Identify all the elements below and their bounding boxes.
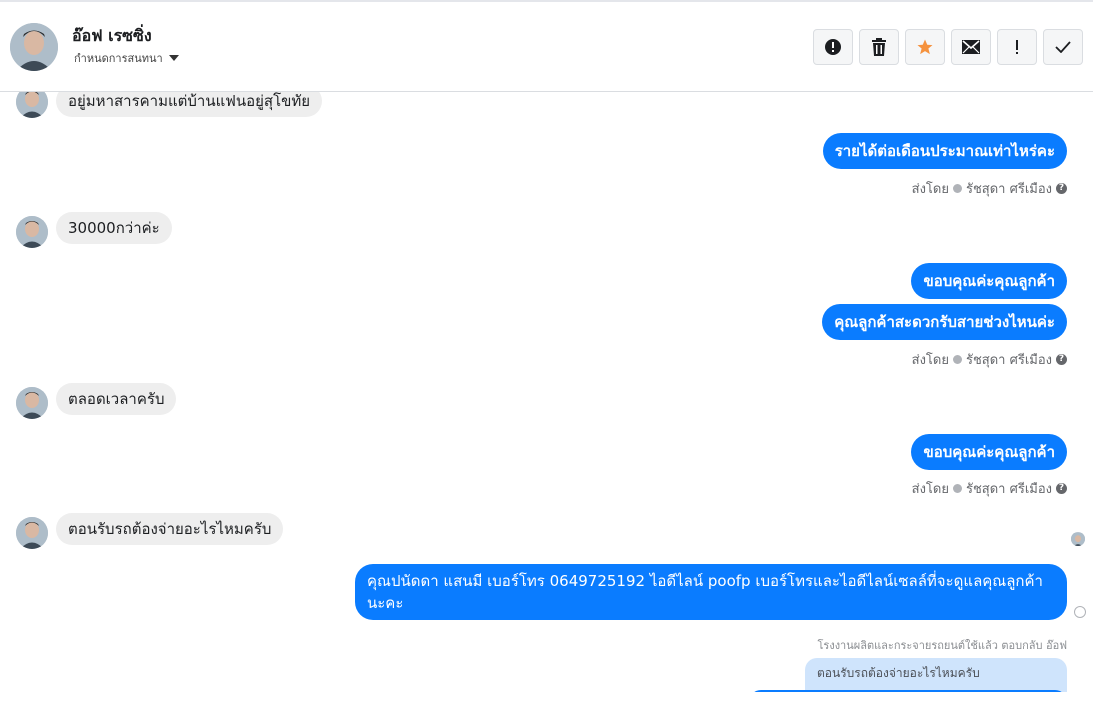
reply-note: โรงงานผลิตและกระจายรถยนต์ใช้แล้ว ตอบกลับ… bbox=[817, 639, 1068, 652]
sent-by-agent: รัชสุดา ศรีเมือง bbox=[965, 482, 1052, 497]
sender-avatar bbox=[16, 387, 48, 419]
help-icon[interactable]: ? bbox=[1056, 483, 1067, 494]
assign-label: กำหนดการสนทนา bbox=[74, 52, 163, 65]
person-photo-icon bbox=[16, 92, 48, 118]
sender-avatar bbox=[16, 517, 48, 549]
status-dot-icon bbox=[952, 184, 962, 193]
sent-by-agent: รัชสุดา ศรีเมือง bbox=[965, 182, 1052, 197]
incoming-message[interactable]: อยู่มหาสารคามแต่บ้านแฟนอยู่สุโขทัย bbox=[56, 92, 323, 117]
delete-button[interactable] bbox=[859, 29, 899, 65]
outgoing-message[interactable]: คุณลูกค้าสะดวกรับสายช่วงไหนค่ะ bbox=[822, 304, 1067, 340]
conversation-header: อ๊อฟ เรซซิ่ง กำหนดการสนทนา bbox=[0, 2, 1093, 92]
caret-down-icon bbox=[168, 55, 179, 61]
incoming-message[interactable]: ตลอดเวลาครับ bbox=[56, 383, 177, 415]
spam-button[interactable] bbox=[813, 29, 853, 65]
sent-by-label: ส่งโดย รัชสุดา ศรีเมือง ? bbox=[912, 178, 1067, 199]
star-icon bbox=[917, 39, 933, 55]
outgoing-message[interactable]: คุณปนัดดา แสนมี เบอร์โทร 0649725192 ไอดี… bbox=[355, 564, 1067, 620]
sent-by-prefix: ส่งโดย bbox=[911, 353, 949, 368]
exclamation-icon bbox=[1016, 40, 1018, 54]
person-photo-icon bbox=[10, 23, 58, 71]
trash-icon bbox=[872, 38, 886, 56]
person-photo-icon bbox=[16, 387, 48, 419]
sender-avatar bbox=[16, 92, 48, 118]
star-button[interactable] bbox=[905, 29, 945, 65]
outgoing-message-partial[interactable] bbox=[749, 690, 1067, 692]
sent-by-prefix: ส่งโดย bbox=[911, 182, 949, 197]
person-photo-icon bbox=[16, 216, 48, 248]
person-photo-icon bbox=[16, 517, 48, 549]
follow-up-button[interactable] bbox=[997, 29, 1037, 65]
status-dot-icon bbox=[952, 355, 962, 364]
conversation-toolbar bbox=[813, 29, 1083, 65]
outgoing-message[interactable]: รายได้ต่อเดือนประมาณเท่าไหร่คะ bbox=[822, 133, 1067, 169]
person-photo-icon bbox=[1071, 533, 1085, 546]
contact-avatar[interactable] bbox=[10, 23, 58, 71]
status-dot-icon bbox=[952, 484, 962, 493]
mail-icon bbox=[962, 40, 980, 54]
sender-avatar bbox=[16, 216, 48, 248]
sent-by-label: ส่งโดย รัชสุดา ศรีเมือง ? bbox=[912, 478, 1067, 499]
conversation-assign-dropdown[interactable]: กำหนดการสนทนา bbox=[74, 49, 179, 67]
alert-icon bbox=[825, 39, 841, 55]
sent-by-agent: รัชสุดา ศรีเมือง bbox=[965, 353, 1052, 368]
incoming-message[interactable]: 30000กว่าค่ะ bbox=[56, 212, 172, 244]
message-thread[interactable]: อยู่มหาสารคามแต่บ้านแฟนอยู่สุโขทัย รายได… bbox=[0, 92, 1093, 692]
read-receipt-avatar bbox=[1071, 532, 1085, 546]
outgoing-message[interactable]: ขอบคุณค่ะคุณลูกค้า bbox=[911, 434, 1067, 470]
sent-by-label: ส่งโดย รัชสุดา ศรีเมือง ? bbox=[912, 349, 1067, 370]
delivered-check-icon bbox=[1074, 606, 1086, 618]
outgoing-message[interactable]: ขอบคุณค่ะคุณลูกค้า bbox=[911, 263, 1067, 299]
mark-unread-button[interactable] bbox=[951, 29, 991, 65]
contact-name: อ๊อฟ เรซซิ่ง bbox=[72, 26, 152, 45]
help-icon[interactable]: ? bbox=[1056, 354, 1067, 365]
quoted-message[interactable]: ตอนรับรถต้องจ่ายอะไรไหมครับ bbox=[805, 658, 1067, 692]
checkmark-icon bbox=[1055, 41, 1071, 53]
sent-by-prefix: ส่งโดย bbox=[911, 482, 949, 497]
mark-done-button[interactable] bbox=[1043, 29, 1083, 65]
incoming-message[interactable]: ตอนรับรถต้องจ่ายอะไรไหมครับ bbox=[56, 513, 284, 545]
help-icon[interactable]: ? bbox=[1056, 183, 1067, 194]
